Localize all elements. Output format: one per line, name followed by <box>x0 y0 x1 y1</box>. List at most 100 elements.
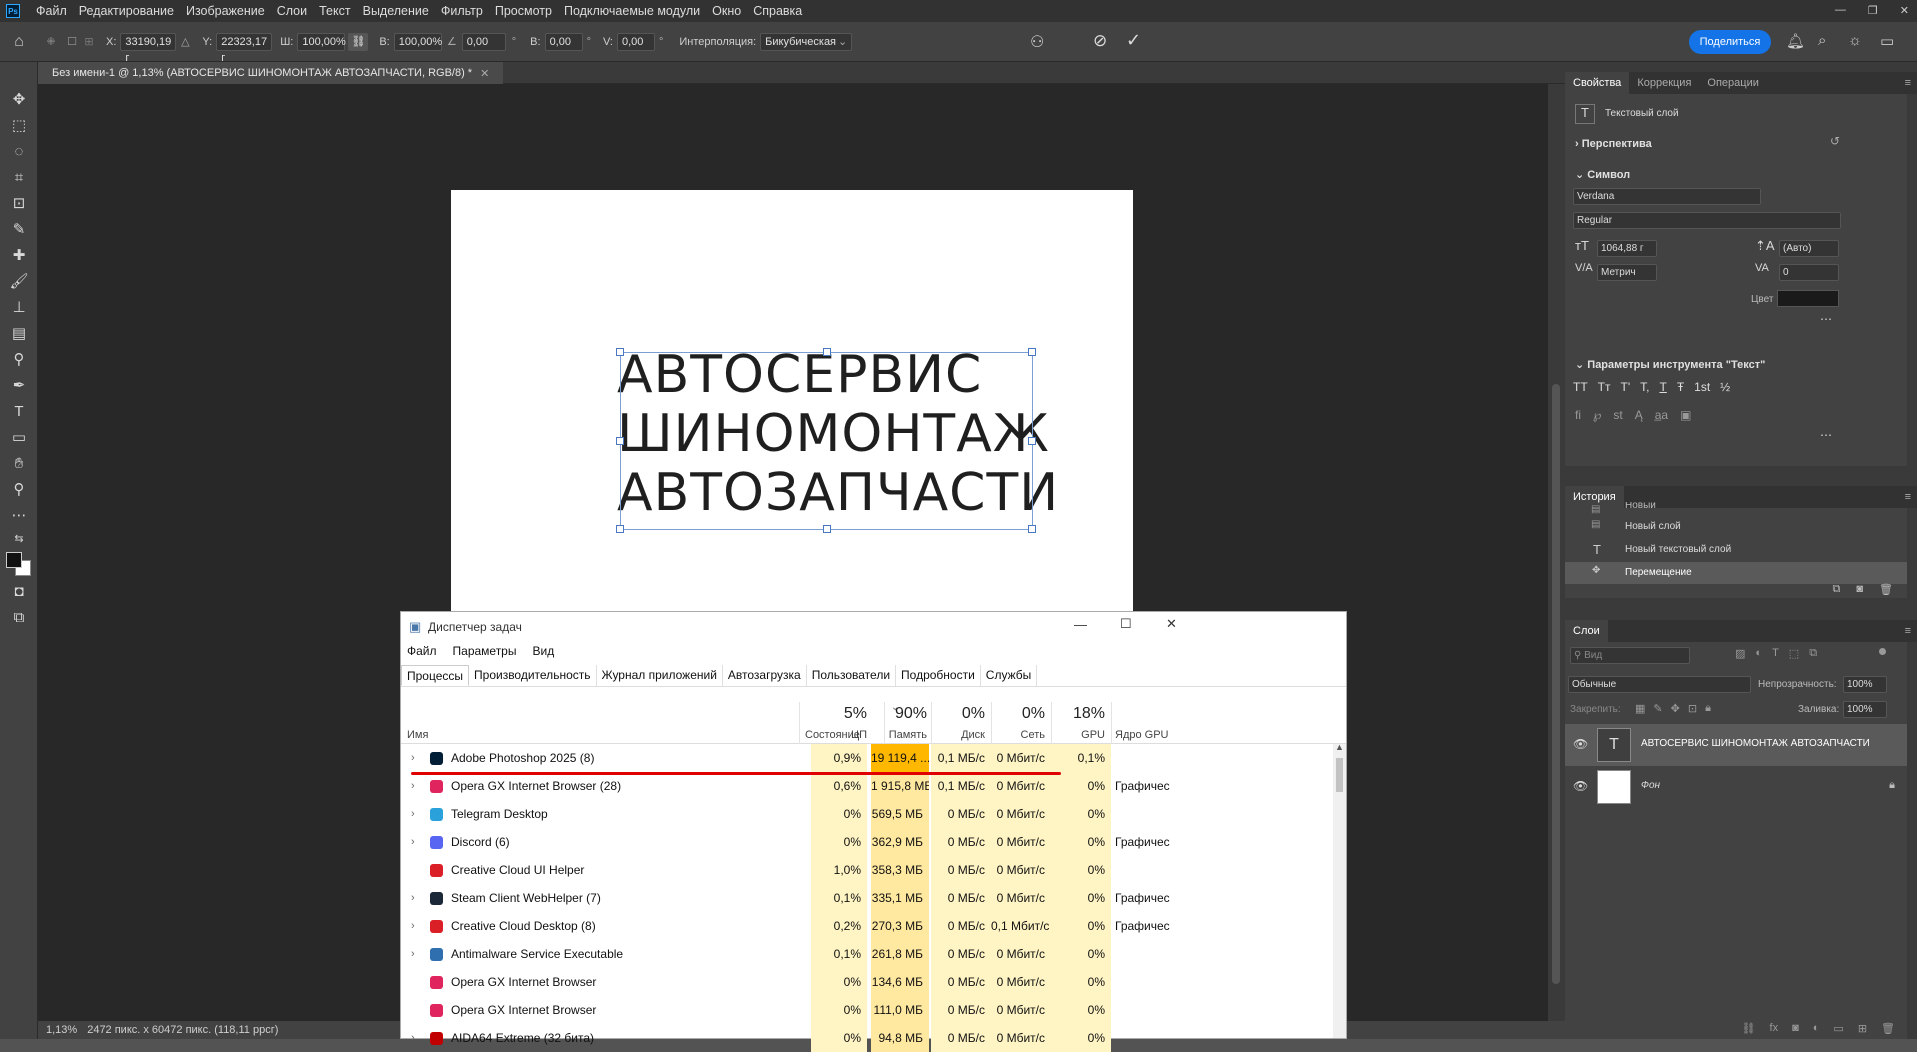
transform-handle[interactable] <box>616 525 624 533</box>
transform-handle[interactable] <box>1028 437 1036 445</box>
fill-field[interactable]: 100% <box>1843 701 1887 718</box>
contextual-icon[interactable]: a̲a <box>1655 408 1668 422</box>
lock-position-icon[interactable]: ✥ <box>1671 702 1680 715</box>
cancel-transform-icon[interactable]: ⊘ <box>1093 31 1107 51</box>
layer-name[interactable]: АВТОСЕРВИС ШИНОМОНТАЖ АВТОЗАПЧАСТИ <box>1641 738 1870 749</box>
tab-performance[interactable]: Производительность <box>469 665 597 686</box>
x-field[interactable]: 33190,19 г <box>120 32 177 64</box>
opacity-field[interactable]: 100% <box>1843 676 1887 693</box>
tab-adjustments[interactable]: Коррекция <box>1629 77 1699 89</box>
tab-startup[interactable]: Автозагрузка <box>723 665 807 686</box>
process-row[interactable]: Opera GX Internet Browser 0% 134,6 МБ 0 МБ/… <box>401 968 1333 996</box>
hskew-field[interactable]: 0,00 <box>544 32 583 51</box>
process-row[interactable]: › Adobe Photoshop 2025 (8) 0,9% 19 119,4 ..… <box>401 744 1333 772</box>
layer-row-background[interactable]: 👁︎ Фон 🔒︎ <box>1565 766 1907 808</box>
tab-actions[interactable]: Операции <box>1699 77 1766 89</box>
tm-menu-file[interactable]: Файл <box>407 644 437 658</box>
transform-bounding-box[interactable] <box>616 348 1036 533</box>
col-disk[interactable]: Диск <box>929 729 985 741</box>
panel-menu-icon[interactable]: ≡ <box>1905 77 1911 89</box>
menu-filter[interactable]: Фильтр <box>435 4 489 18</box>
restore-icon[interactable]: ❐ <box>1868 4 1878 17</box>
process-row[interactable]: › Telegram Desktop 0% 569,5 МБ 0 МБ/с 0 Мбит/… <box>401 800 1333 828</box>
scroll-thumb[interactable] <box>1336 758 1343 792</box>
warp-icon[interactable]: ⚇ <box>1030 32 1044 52</box>
menu-layers[interactable]: Слои <box>271 4 313 18</box>
menu-edit[interactable]: Редактирование <box>73 4 180 18</box>
layer-search-input[interactable]: ⚲ Вид <box>1570 647 1690 664</box>
history-item[interactable]: T Новый текстовый слой <box>1565 539 1907 561</box>
close-tab-icon[interactable]: ✕ <box>480 67 489 80</box>
ordinals-button[interactable]: 1st <box>1694 380 1710 394</box>
process-row[interactable]: › Antimalware Service Executable 0,1% 261,8… <box>401 940 1333 968</box>
lock-image-icon[interactable]: ✎ <box>1653 702 1662 715</box>
marquee-tool-icon[interactable]: ⬚ <box>0 112 38 138</box>
expand-chevron-icon[interactable]: › <box>411 744 415 772</box>
transform-handle[interactable] <box>616 348 624 356</box>
col-gpu-engine[interactable]: Ядро GPU <box>1115 729 1169 741</box>
workspace-icon[interactable]: ▭ <box>1880 32 1894 50</box>
crop-tool-icon[interactable]: ⌗ <box>0 164 38 190</box>
lasso-tool-icon[interactable]: ◌ <box>0 138 38 164</box>
tab-services[interactable]: Службы <box>981 665 1038 686</box>
layer-row-text[interactable]: 👁︎ T АВТОСЕРВИС ШИНОМОНТАЖ АВТОЗАПЧАСТИ <box>1565 724 1907 766</box>
move-tool-icon[interactable]: ✥ <box>0 86 38 112</box>
col-name[interactable]: Имя <box>407 729 428 741</box>
healing-tool-icon[interactable]: ✚ <box>0 242 38 268</box>
menu-select[interactable]: Выделение <box>357 4 435 18</box>
snapshot-icon[interactable]: ◙ <box>1856 583 1863 596</box>
col-memory[interactable]: Память <box>871 729 927 741</box>
type-tool-icon[interactable]: T <box>0 398 38 424</box>
y-field[interactable]: 22323,17 г <box>216 32 273 64</box>
swash-icon[interactable]: ℘ <box>1593 408 1601 422</box>
expand-chevron-icon[interactable]: › <box>411 884 415 912</box>
perspective-section[interactable]: › Перспектива <box>1575 138 1652 150</box>
filter-shape-icon[interactable]: ⬚ <box>1789 647 1799 660</box>
menu-plugins[interactable]: Подключаемые модули <box>558 4 706 18</box>
quick-mask-icon[interactable]: ◘ <box>0 578 38 604</box>
lock-all-icon[interactable]: 🔒︎ <box>1705 702 1711 715</box>
transform-handle[interactable] <box>823 525 831 533</box>
transform-handle[interactable] <box>1028 525 1036 533</box>
menu-image[interactable]: Изображение <box>180 4 271 18</box>
ligature-icon[interactable]: ﬁ <box>1575 408 1581 422</box>
lock-transparent-icon[interactable]: ▦ <box>1635 702 1645 715</box>
lightbulb-icon[interactable]: ☼ <box>1848 32 1862 49</box>
col-network[interactable]: Сеть <box>989 729 1045 741</box>
frame-tool-icon[interactable]: ⊡ <box>0 190 38 216</box>
tracking-field[interactable]: 0 <box>1779 264 1839 281</box>
small-caps-button[interactable]: Tт <box>1598 380 1611 394</box>
process-row[interactable]: › AIDA64 Extreme (32 бита) 0% 94,8 МБ 0 МБ/с… <box>401 1024 1333 1052</box>
search-icon[interactable]: ⌕ <box>1818 32 1826 49</box>
tab-layers[interactable]: Слои <box>1565 620 1608 642</box>
height-field[interactable]: 100,00% <box>393 32 442 51</box>
underline-button[interactable]: T <box>1659 380 1666 394</box>
angle-field[interactable]: 0,00 <box>461 32 506 51</box>
menu-view[interactable]: Просмотр <box>489 4 558 18</box>
share-button[interactable]: Поделиться <box>1689 30 1771 54</box>
home-icon[interactable]: ⌂ <box>0 33 38 51</box>
transform-handle[interactable] <box>616 437 624 445</box>
process-row[interactable]: › Steam Client WebHelper (7) 0,1% 335,1 МБ 0… <box>401 884 1333 912</box>
link-layers-icon[interactable]: ⛓ <box>1742 1022 1756 1035</box>
minimize-icon[interactable]: — <box>1835 4 1846 17</box>
stylistic-icon[interactable]: st <box>1613 408 1622 422</box>
blend-mode-select[interactable]: Обычные <box>1568 676 1751 693</box>
history-item-selected[interactable]: ✥ Перемещение <box>1565 562 1907 584</box>
expand-chevron-icon[interactable]: › <box>411 800 415 828</box>
more-tools-icon[interactable]: ⋯ <box>0 502 38 528</box>
col-gpu[interactable]: GPU <box>1049 729 1105 741</box>
eyedropper-tool-icon[interactable]: ✎ <box>0 216 38 242</box>
process-row[interactable]: › Creative Cloud Desktop (8) 0,2% 270,3 МБ 0… <box>401 912 1333 940</box>
text-color-swatch[interactable] <box>1777 290 1839 307</box>
tab-users[interactable]: Пользователи <box>807 665 897 686</box>
fractions-button[interactable]: ½ <box>1720 380 1730 394</box>
filter-image-icon[interactable]: ▨ <box>1735 647 1745 660</box>
text-tool-params-section[interactable]: ⌄ Параметры инструмента "Текст" <box>1575 358 1765 371</box>
transform-handle[interactable] <box>1028 348 1036 356</box>
commit-transform-icon[interactable]: ✓ <box>1126 30 1141 51</box>
delete-icon[interactable]: 🗑︎ <box>1879 583 1893 596</box>
bell-icon[interactable]: 🔔︎ <box>1786 32 1805 50</box>
tm-menu-options[interactable]: Параметры <box>453 644 517 658</box>
fx-icon[interactable]: fx <box>1770 1022 1779 1035</box>
